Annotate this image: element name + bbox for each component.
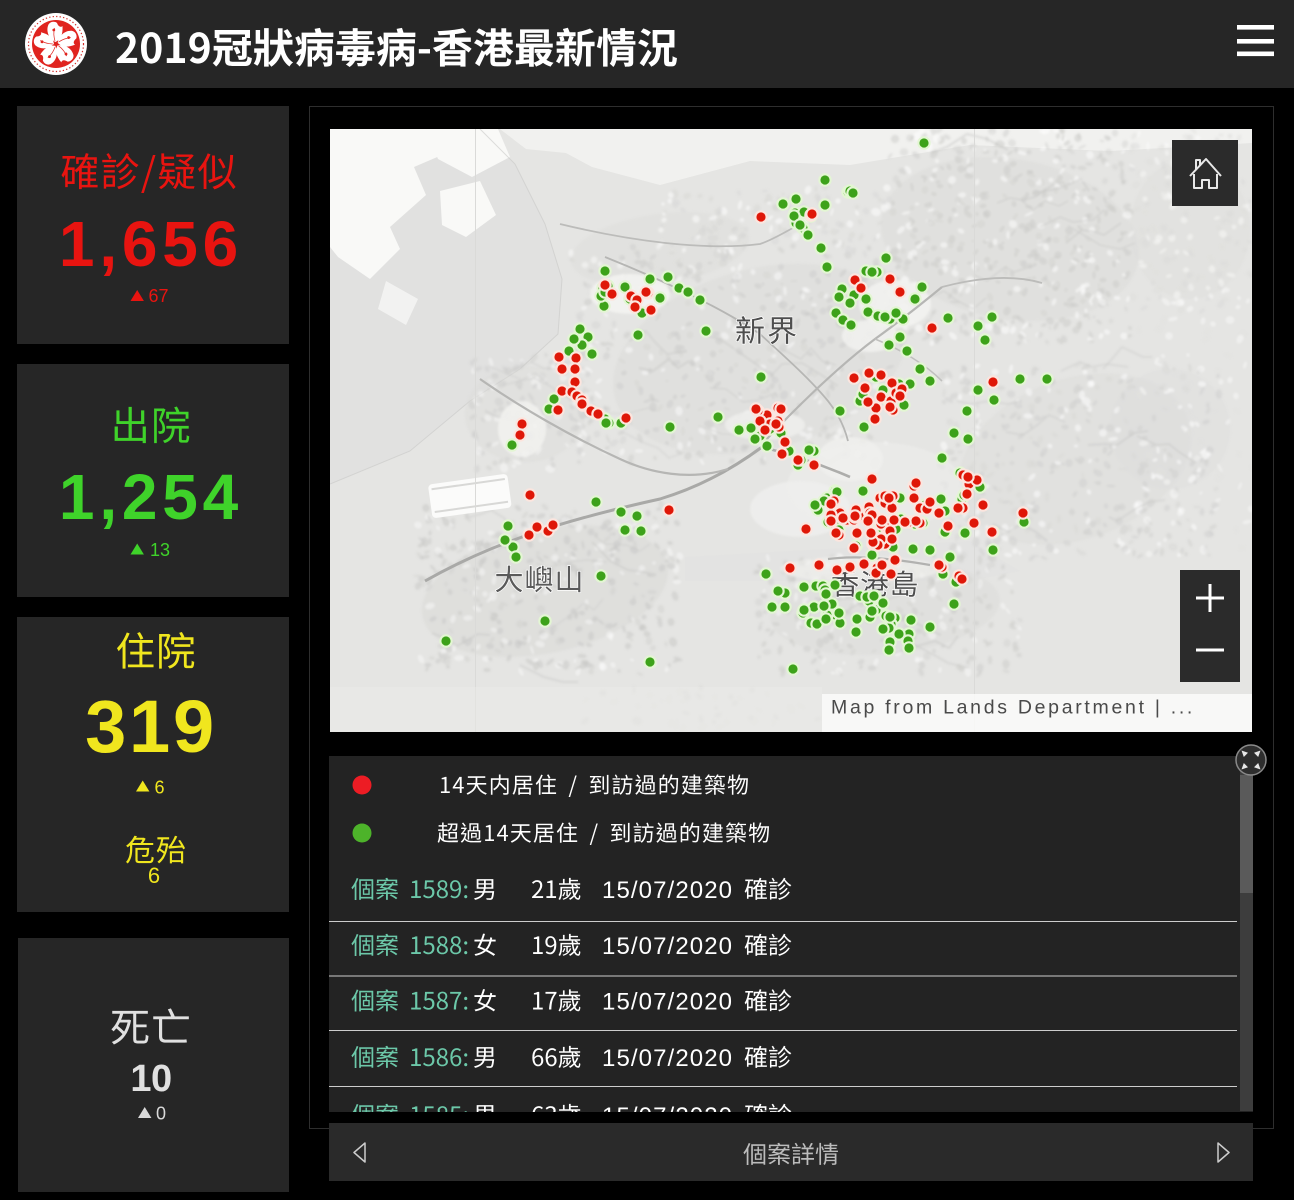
svg-text:15/07/2020: 15/07/2020 (602, 1045, 733, 1072)
svg-text:6: 6 (148, 863, 160, 888)
svg-text:15/07/2020: 15/07/2020 (602, 877, 733, 904)
svg-text:13: 13 (150, 540, 170, 560)
svg-text:1,254: 1,254 (59, 461, 243, 533)
svg-text:1,656: 1,656 (59, 208, 243, 280)
svg-text:15/07/2020: 15/07/2020 (602, 989, 733, 1016)
svg-text:319: 319 (85, 685, 217, 768)
svg-text:10: 10 (130, 1058, 171, 1100)
svg-text:67: 67 (149, 286, 169, 306)
svg-text:15/07/2020: 15/07/2020 (602, 933, 733, 960)
svg-text:6: 6 (155, 778, 165, 798)
svg-text:Map from Lands Department | ..: Map from Lands Department | ... (831, 697, 1195, 719)
svg-text:0: 0 (156, 1104, 166, 1124)
